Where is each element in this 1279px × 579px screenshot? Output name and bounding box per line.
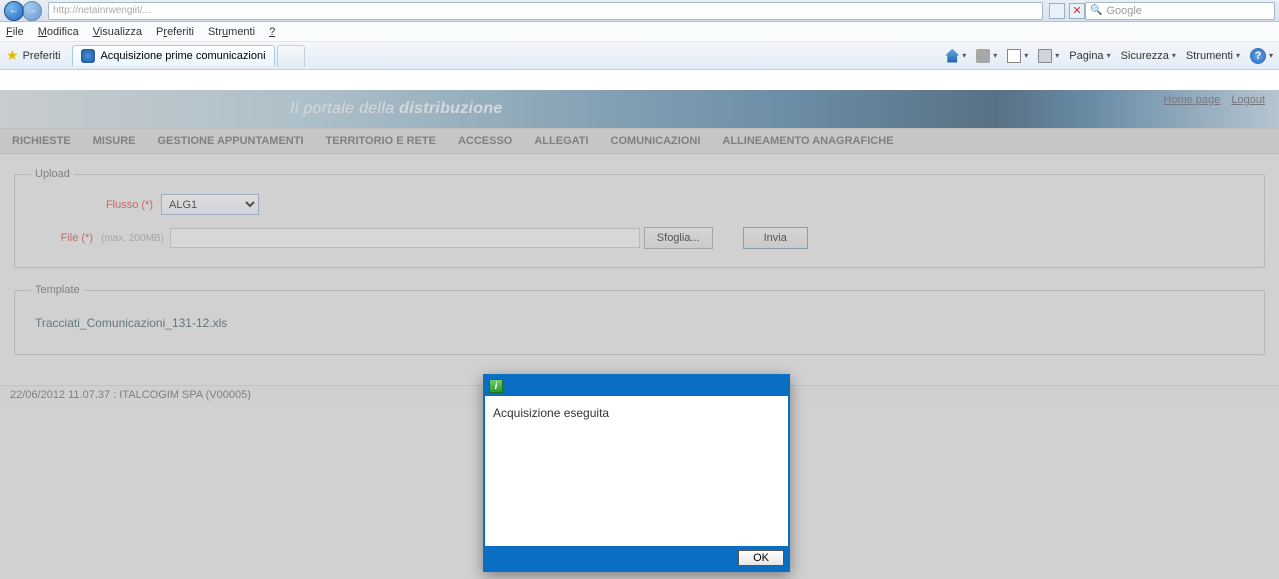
rss-button[interactable]: ▾ (976, 49, 997, 63)
home-button[interactable]: ▾ (945, 49, 966, 63)
dialog-message: Acquisizione eseguita (493, 406, 609, 420)
refresh-icon[interactable] (1049, 3, 1065, 19)
stop-icon[interactable]: ✕ (1069, 3, 1085, 19)
mail-button[interactable]: ▾ (1007, 49, 1028, 63)
home-icon (945, 49, 959, 63)
forward-button[interactable]: → (22, 1, 42, 21)
tools-menu[interactable]: Strumenti▾ (1186, 50, 1240, 62)
search-box[interactable]: 🔍 Google (1085, 2, 1275, 20)
rss-icon (976, 49, 990, 63)
new-tab-button[interactable] (277, 45, 305, 67)
page-menu[interactable]: Pagina▾ (1069, 50, 1110, 62)
help-icon: ? (1250, 48, 1266, 64)
print-icon (1038, 49, 1052, 63)
search-placeholder: Google (1106, 5, 1141, 17)
menu-help[interactable]: ? (269, 26, 275, 38)
menu-visualizza[interactable]: Visualizza (93, 26, 142, 38)
back-button[interactable]: ← (4, 1, 24, 21)
info-dialog: i Acquisizione eseguita OK (483, 374, 790, 572)
page-content: Home page Logout Il portale della distri… (0, 90, 1279, 579)
print-button[interactable]: ▾ (1038, 49, 1059, 63)
dialog-titlebar[interactable]: i (485, 376, 788, 396)
favorites-star-icon[interactable]: ★ (6, 47, 19, 64)
browser-menu-bar: File Modifica Visualizza Preferiti Strum… (0, 22, 1279, 42)
browser-nav-bar: ← → http://netainrwengiit/... ✕ 🔍 Google (0, 0, 1279, 22)
menu-file[interactable]: File (6, 26, 24, 38)
browser-command-bar: ▾ ▾ ▾ ▾ Pagina▾ Sicurezza▾ Strumenti▾ ?▾ (945, 48, 1273, 64)
menu-strumenti[interactable]: Strumenti (208, 26, 255, 38)
browser-tab-bar: ★ Preferiti Acquisizione prime comunicaz… (0, 42, 1279, 70)
dialog-body: Acquisizione eseguita (485, 396, 788, 546)
tab-title: Acquisizione prime comunicazioni (100, 50, 265, 62)
info-icon: i (489, 379, 503, 393)
active-tab[interactable]: Acquisizione prime comunicazioni (72, 45, 274, 66)
menu-modifica[interactable]: Modifica (38, 26, 79, 38)
ie-icon (81, 49, 95, 63)
menu-preferiti[interactable]: Preferiti (156, 26, 194, 38)
address-bar[interactable]: http://netainrwengiit/... (48, 2, 1043, 20)
help-button[interactable]: ?▾ (1250, 48, 1273, 64)
security-menu[interactable]: Sicurezza▾ (1121, 50, 1176, 62)
favorites-label[interactable]: Preferiti (23, 50, 61, 62)
mail-icon (1007, 49, 1021, 63)
dialog-ok-button[interactable]: OK (738, 550, 784, 566)
dialog-footer: OK (485, 546, 788, 570)
